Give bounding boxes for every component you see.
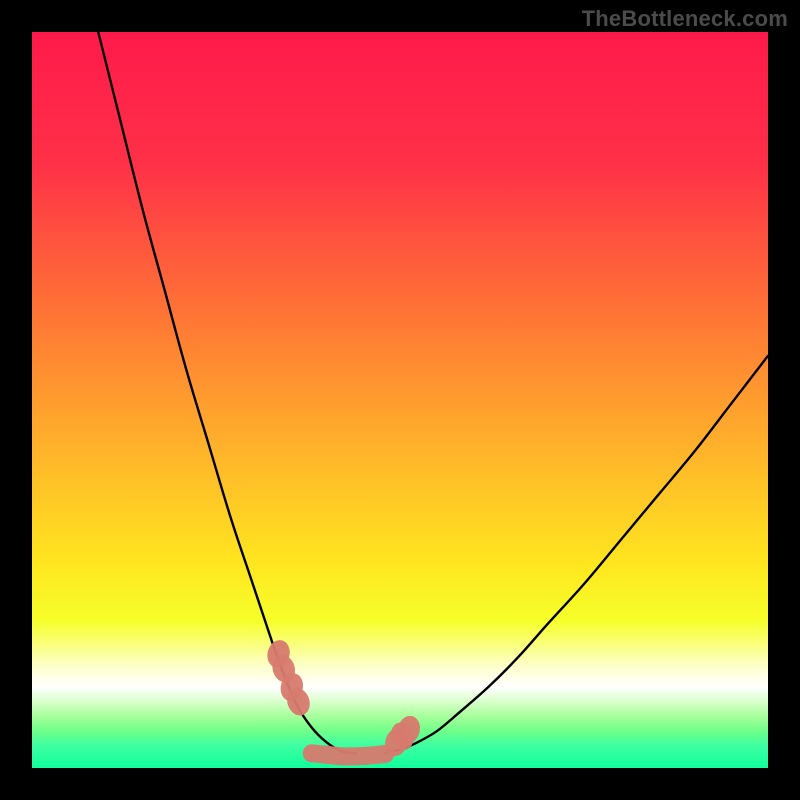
- watermark-text: TheBottleneck.com: [582, 6, 788, 32]
- right-curve: [385, 356, 768, 753]
- chart-frame: TheBottleneck.com: [0, 0, 800, 800]
- left-curve: [98, 32, 356, 753]
- floor-band: [312, 753, 386, 756]
- curve-overlay: [32, 32, 768, 768]
- plot-area: [32, 32, 768, 768]
